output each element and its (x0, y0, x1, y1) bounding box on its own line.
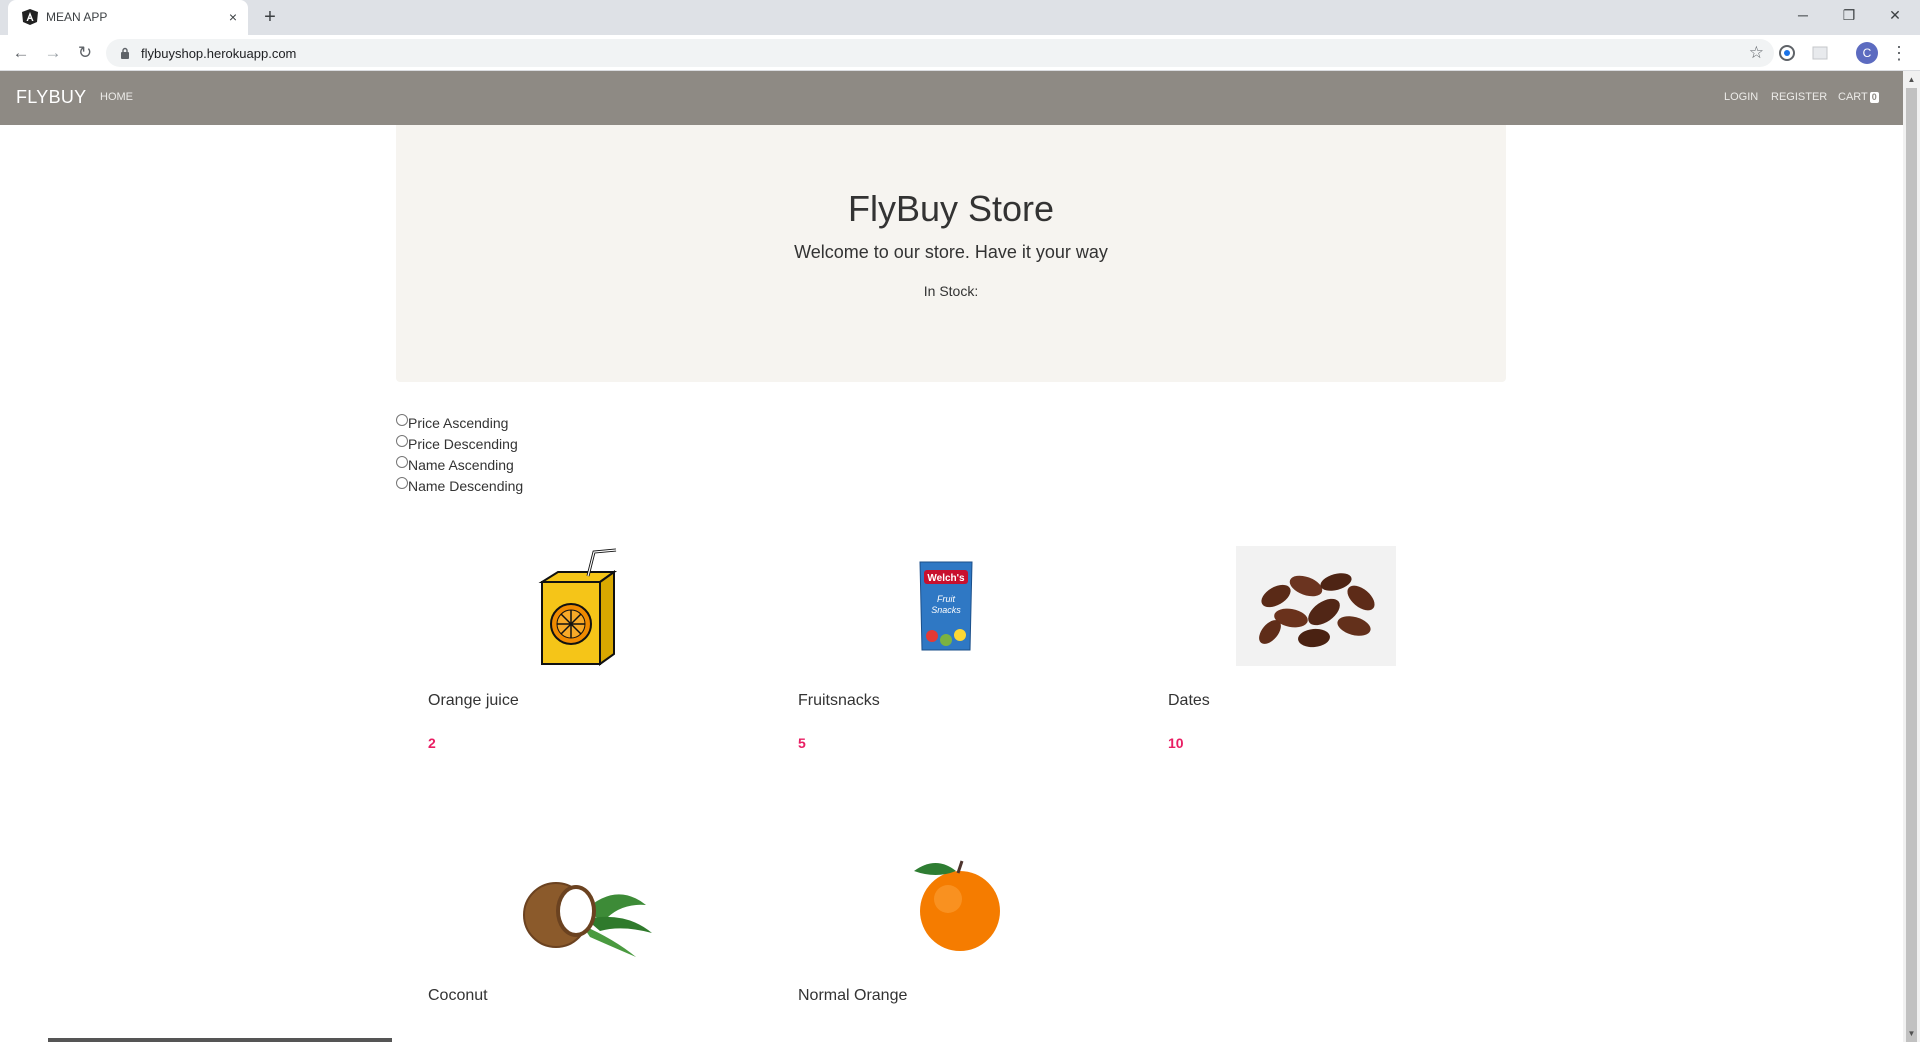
nav-register-link[interactable]: REGISTER (1771, 91, 1827, 103)
new-tab-icon[interactable]: + (258, 5, 282, 29)
dates-image (1236, 546, 1396, 666)
radio-button[interactable] (396, 456, 408, 468)
juice-box-image (538, 548, 618, 666)
cart-count-badge: 0 (1869, 92, 1879, 103)
browser-toolbar: ← → ↻ flybuyshop.herokuapp.com ☆ C ⋮ (0, 35, 1920, 71)
product-name[interactable]: Dates (1168, 692, 1210, 710)
minimize-icon[interactable]: ─ (1780, 0, 1826, 30)
fruit-snacks-image: Welch's Fruit Snacks (919, 561, 973, 651)
extension-icon[interactable] (1810, 43, 1830, 63)
store-jumbotron: FlyBuy Store Welcome to our store. Have … (396, 125, 1506, 382)
tab-close-icon[interactable]: × (224, 8, 242, 26)
address-bar[interactable]: flybuyshop.herokuapp.com ☆ (106, 39, 1774, 67)
product-name[interactable]: Orange juice (428, 692, 519, 710)
product-card[interactable]: Coconut (396, 841, 756, 1041)
nav-cart-link[interactable]: CART 0 (1838, 91, 1879, 103)
coconut-image (523, 882, 652, 957)
restore-icon[interactable]: ❐ (1826, 0, 1872, 30)
sort-option-label: Price Descending (408, 436, 518, 452)
brand-logo[interactable]: FLYBUY (16, 87, 87, 108)
window-close-icon[interactable]: ✕ (1872, 0, 1918, 30)
page-scrollbar[interactable]: ▲ ▼ (1903, 71, 1920, 1042)
sort-option-label: Price Ascending (408, 415, 509, 431)
product-price: 2 (428, 735, 436, 751)
product-card[interactable]: Orange juice 2 (396, 546, 756, 751)
svg-text:Snacks: Snacks (931, 605, 961, 615)
svg-text:Fruit: Fruit (937, 594, 955, 604)
sort-radio-group: Price Ascending Price Descending Name As… (396, 413, 523, 497)
product-name[interactable]: Fruitsnacks (798, 692, 880, 710)
svg-text:Welch's: Welch's (927, 573, 965, 584)
product-name[interactable]: Coconut (428, 987, 488, 1005)
orange-image (914, 860, 1000, 951)
cart-label: CART (1838, 91, 1868, 103)
page-viewport: FLYBUY HOME LOGIN REGISTER CART 0 FlyBuy … (0, 71, 1903, 1042)
bookmark-star-icon[interactable]: ☆ (1749, 42, 1764, 64)
scrollbar-thumb[interactable] (1906, 88, 1917, 1042)
sort-option[interactable]: Price Ascending (396, 413, 523, 434)
radio-button[interactable] (396, 414, 408, 426)
nav-login-link[interactable]: LOGIN (1724, 91, 1758, 103)
forward-icon[interactable]: → (39, 39, 67, 67)
bottom-divider (48, 1038, 392, 1042)
product-card[interactable]: Dates 10 (1136, 546, 1496, 751)
reload-icon[interactable]: ↻ (71, 39, 99, 67)
url-text[interactable]: flybuyshop.herokuapp.com (141, 46, 296, 61)
sort-option[interactable]: Price Descending (396, 434, 523, 455)
store-title: FlyBuy Store (847, 188, 1055, 229)
back-icon[interactable]: ← (7, 39, 35, 67)
radio-button[interactable] (396, 435, 408, 447)
site-navbar: FLYBUY HOME LOGIN REGISTER CART 0 (0, 71, 1903, 125)
extension-icon[interactable] (1777, 43, 1797, 63)
product-name[interactable]: Normal Orange (798, 987, 907, 1005)
browser-tab[interactable]: MEAN APP × (8, 0, 248, 35)
browser-tabstrip: MEAN APP × + ─ ❐ ✕ (0, 0, 1920, 35)
scroll-up-icon[interactable]: ▲ (1903, 71, 1920, 88)
angular-icon (22, 9, 38, 25)
radio-button[interactable] (396, 477, 408, 489)
scroll-down-icon[interactable]: ▼ (1903, 1025, 1920, 1042)
sort-option[interactable]: Name Ascending (396, 455, 523, 476)
sort-option[interactable]: Name Descending (396, 476, 523, 497)
store-subtitle: Welcome to our store. Have it your way (794, 242, 1108, 262)
profile-avatar[interactable]: C (1856, 42, 1878, 64)
in-stock-label: In Stock: (923, 283, 979, 299)
lock-icon (121, 47, 129, 59)
product-card[interactable]: Welch's Fruit Snacks Fruitsnacks 5 (766, 546, 1126, 751)
tab-title: MEAN APP (46, 10, 108, 24)
sort-option-label: Name Descending (408, 478, 524, 494)
product-price: 10 (1168, 735, 1184, 751)
nav-home-link[interactable]: HOME (100, 91, 133, 103)
product-price: 5 (798, 735, 806, 751)
sort-option-label: Name Ascending (408, 457, 514, 473)
browser-menu-icon[interactable]: ⋮ (1890, 41, 1908, 65)
product-card[interactable]: Normal Orange (766, 841, 1126, 1041)
